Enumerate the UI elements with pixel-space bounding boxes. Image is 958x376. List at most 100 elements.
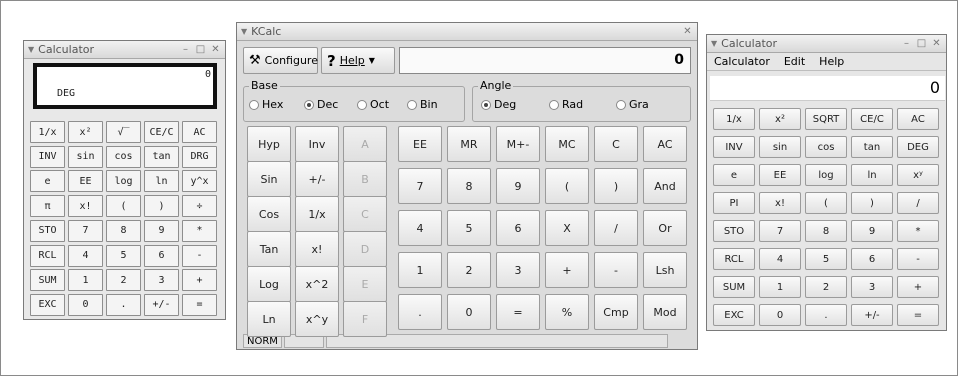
key-key[interactable]: ) xyxy=(144,195,179,218)
key-cmp[interactable]: Cmp xyxy=(594,294,638,330)
key-key[interactable]: ÷ xyxy=(182,195,217,218)
key-0[interactable]: 0 xyxy=(68,293,103,316)
key-1[interactable]: 1 xyxy=(398,252,442,288)
key-key[interactable]: = xyxy=(496,294,540,330)
base-radio-bin[interactable]: Bin xyxy=(407,98,438,111)
key-x[interactable]: x! xyxy=(68,195,103,218)
angle-radio-rad[interactable]: Rad xyxy=(549,98,583,111)
key-3[interactable]: 3 xyxy=(851,276,893,298)
key-exc[interactable]: EXC xyxy=(30,293,65,316)
key-lsh[interactable]: Lsh xyxy=(643,252,687,288)
key-tan[interactable]: tan xyxy=(144,145,179,168)
key-2[interactable]: 2 xyxy=(106,269,141,292)
key-mc[interactable]: MC xyxy=(545,126,589,162)
key-log[interactable]: log xyxy=(106,170,141,193)
key-3[interactable]: 3 xyxy=(496,252,540,288)
key-1-x[interactable]: 1/x xyxy=(30,121,65,143)
angle-radio-deg[interactable]: Deg xyxy=(481,98,516,111)
key-1[interactable]: 1 xyxy=(68,269,103,292)
key-rcl[interactable]: RCL xyxy=(713,248,755,270)
key-5[interactable]: 5 xyxy=(805,248,847,270)
key-key[interactable]: / xyxy=(897,192,939,214)
key-9[interactable]: 9 xyxy=(144,219,179,242)
key-key[interactable]: ( xyxy=(106,195,141,218)
key-key[interactable]: √‾ xyxy=(106,121,141,143)
key-key[interactable]: * xyxy=(182,219,217,242)
key-tan[interactable]: tan xyxy=(851,136,893,158)
key-key[interactable]: = xyxy=(897,304,939,326)
close-icon[interactable]: ✕ xyxy=(682,26,693,37)
key-inv[interactable]: Inv xyxy=(295,126,339,162)
key-sin[interactable]: sin xyxy=(68,145,103,168)
key-ee[interactable]: EE xyxy=(398,126,442,162)
menu-calculator[interactable]: Calculator xyxy=(714,55,770,68)
key-m[interactable]: M+- xyxy=(496,126,540,162)
key-ac[interactable]: AC xyxy=(897,108,939,130)
key-c[interactable]: C xyxy=(343,196,387,232)
key-exc[interactable]: EXC xyxy=(713,304,755,326)
key-x[interactable]: x² xyxy=(68,121,103,143)
key-7[interactable]: 7 xyxy=(68,219,103,242)
key-key[interactable]: - xyxy=(594,252,638,288)
key-f[interactable]: F xyxy=(343,301,387,337)
key-ee[interactable]: EE xyxy=(759,164,801,186)
key-x[interactable]: x² xyxy=(759,108,801,130)
key-4[interactable]: 4 xyxy=(68,244,103,267)
key-key[interactable]: + xyxy=(182,269,217,292)
key-ac[interactable]: AC xyxy=(643,126,687,162)
key-0[interactable]: 0 xyxy=(759,304,801,326)
key-ln[interactable]: Ln xyxy=(247,301,291,337)
key-key[interactable]: % xyxy=(545,294,589,330)
key-ln[interactable]: ln xyxy=(144,170,179,193)
key-ce-c[interactable]: CE/C xyxy=(144,121,179,143)
key-4[interactable]: 4 xyxy=(398,210,442,246)
key-rcl[interactable]: RCL xyxy=(30,244,65,267)
key-x[interactable]: X xyxy=(545,210,589,246)
menu-help[interactable]: Help xyxy=(819,55,844,68)
window-menu-icon[interactable]: ▼ xyxy=(241,27,247,36)
key-key[interactable]: ) xyxy=(594,168,638,204)
key-inv[interactable]: INV xyxy=(713,136,755,158)
key-sqrt[interactable]: SQRT xyxy=(805,108,847,130)
key-key[interactable]: + xyxy=(545,252,589,288)
key-cos[interactable]: Cos xyxy=(247,196,291,232)
key-key[interactable]: ( xyxy=(545,168,589,204)
key-sin[interactable]: sin xyxy=(759,136,801,158)
key-sum[interactable]: SUM xyxy=(30,269,65,292)
key-9[interactable]: 9 xyxy=(496,168,540,204)
maximize-icon[interactable]: □ xyxy=(916,38,927,49)
key-key[interactable]: - xyxy=(182,244,217,267)
maximize-icon[interactable]: □ xyxy=(195,44,206,55)
key-a[interactable]: A xyxy=(343,126,387,162)
key-key[interactable]: . xyxy=(805,304,847,326)
menu-edit[interactable]: Edit xyxy=(784,55,805,68)
key-8[interactable]: 8 xyxy=(447,168,491,204)
key-tan[interactable]: Tan xyxy=(247,231,291,267)
key-sum[interactable]: SUM xyxy=(713,276,755,298)
key-ln[interactable]: ln xyxy=(851,164,893,186)
key-x[interactable]: xʸ xyxy=(897,164,939,186)
key-key[interactable]: + xyxy=(897,276,939,298)
key-3[interactable]: 3 xyxy=(144,269,179,292)
key-key[interactable]: * xyxy=(897,220,939,242)
key-1-x[interactable]: 1/x xyxy=(295,196,339,232)
key-2[interactable]: 2 xyxy=(805,276,847,298)
key-y-x[interactable]: y^x xyxy=(182,170,217,193)
key-x[interactable]: x! xyxy=(759,192,801,214)
key-7[interactable]: 7 xyxy=(759,220,801,242)
key-c[interactable]: C xyxy=(594,126,638,162)
key-4[interactable]: 4 xyxy=(759,248,801,270)
key-hyp[interactable]: Hyp xyxy=(247,126,291,162)
key-1-x[interactable]: 1/x xyxy=(713,108,755,130)
key-6[interactable]: 6 xyxy=(496,210,540,246)
key-sto[interactable]: STO xyxy=(713,220,755,242)
key-sin[interactable]: Sin xyxy=(247,161,291,197)
key-key[interactable]: . xyxy=(398,294,442,330)
key-6[interactable]: 6 xyxy=(144,244,179,267)
key-cos[interactable]: cos xyxy=(805,136,847,158)
base-radio-dec[interactable]: Dec xyxy=(304,98,338,111)
key-key[interactable]: π xyxy=(30,195,65,218)
key-key[interactable]: ) xyxy=(851,192,893,214)
key-key[interactable]: +/- xyxy=(144,293,179,316)
key-cos[interactable]: cos xyxy=(106,145,141,168)
